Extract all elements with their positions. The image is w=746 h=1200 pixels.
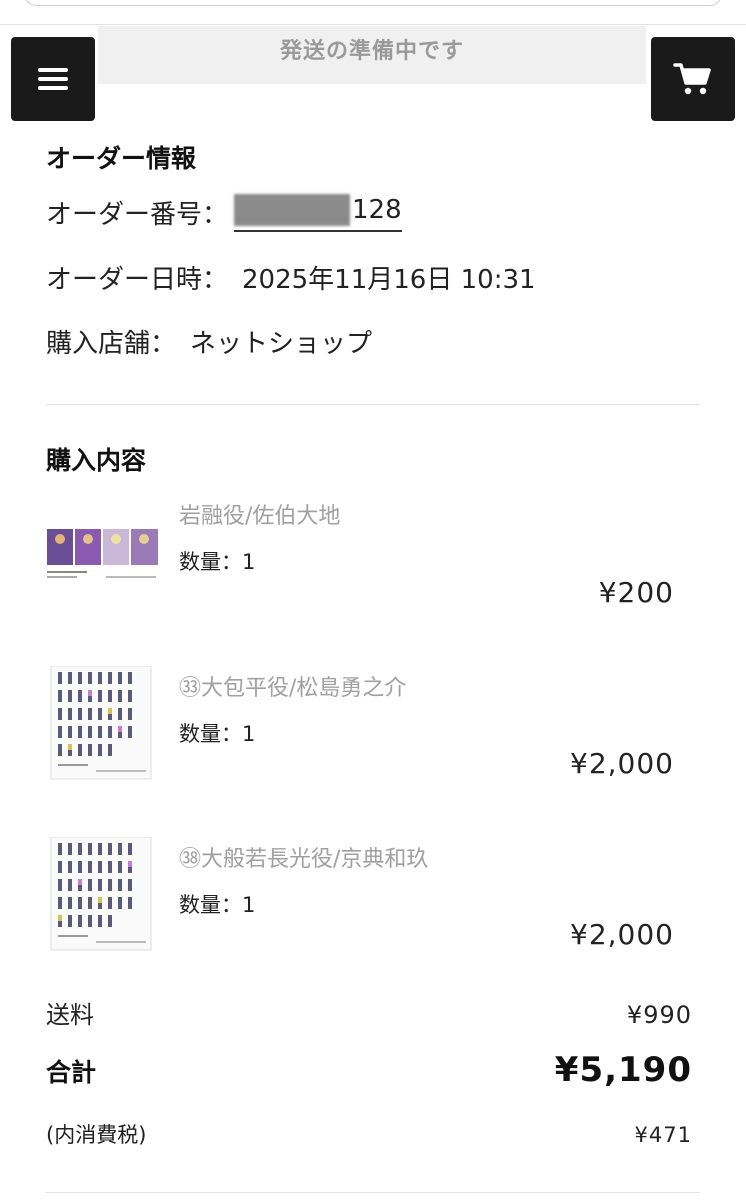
footer-divider bbox=[46, 1192, 700, 1193]
purchase-title: 購入内容 bbox=[46, 446, 147, 475]
product-thumbnail[interactable] bbox=[46, 666, 156, 780]
grand-total-value: ¥5,190 bbox=[554, 1050, 692, 1090]
shopping-cart-icon bbox=[673, 63, 711, 95]
product-price: ¥200 bbox=[598, 576, 674, 609]
order-number-label: オーダー番号： bbox=[46, 199, 229, 230]
header-divider bbox=[0, 24, 746, 25]
order-number-suffix: 128 bbox=[352, 195, 402, 225]
order-number-row: オーダー番号： 128 bbox=[46, 192, 402, 232]
product-name: ㉝大包平役/松島勇之介 bbox=[179, 676, 407, 701]
shipping-value: ¥990 bbox=[626, 1001, 692, 1029]
purchase-item: 岩融役/佐伯大地 数量：1 ¥200 bbox=[0, 495, 746, 645]
masked-order-number bbox=[234, 194, 351, 226]
order-info-title: オーダー情報 bbox=[46, 144, 197, 173]
menu-button[interactable] bbox=[11, 37, 95, 121]
grand-total-row: 合計 ¥5,190 bbox=[46, 1050, 692, 1090]
store-value: ネットショップ bbox=[190, 329, 373, 359]
order-date-label: オーダー日時： bbox=[46, 265, 229, 295]
grand-total-label: 合計 bbox=[46, 1058, 97, 1087]
purchase-item: ㊳大般若長光役/京典和玖 数量：1 ¥2,000 bbox=[0, 837, 746, 987]
product-quantity: 数量：1 bbox=[179, 722, 256, 746]
product-quantity: 数量：1 bbox=[179, 550, 256, 574]
store-label: 購入店舗： bbox=[46, 329, 177, 359]
tax-row: (内消費税) ¥471 bbox=[46, 1119, 692, 1149]
product-thumbnail[interactable] bbox=[46, 525, 160, 585]
shipping-row: 送料 ¥990 bbox=[46, 995, 692, 1030]
hamburger-menu-icon bbox=[38, 68, 68, 90]
store-row: 購入店舗： ネットショップ bbox=[46, 323, 372, 360]
top-search-field-edge bbox=[24, 0, 722, 6]
order-status-text: 発送の準備中です bbox=[279, 39, 464, 64]
purchase-item: ㉝大包平役/松島勇之介 数量：1 ¥2,000 bbox=[0, 666, 746, 816]
cart-button[interactable] bbox=[651, 37, 735, 121]
order-date-row: オーダー日時： 2025年11月16日 10:31 bbox=[46, 259, 536, 296]
product-name: 岩融役/佐伯大地 bbox=[179, 504, 341, 529]
shipping-label: 送料 bbox=[46, 1001, 94, 1029]
product-thumbnail[interactable] bbox=[46, 837, 156, 951]
product-quantity: 数量：1 bbox=[179, 893, 256, 917]
order-date-value: 2025年11月16日 10:31 bbox=[242, 265, 536, 295]
section-divider bbox=[46, 404, 700, 405]
product-name: ㊳大般若長光役/京典和玖 bbox=[179, 847, 429, 872]
product-price: ¥2,000 bbox=[570, 747, 674, 780]
order-status-banner: 発送の準備中です bbox=[98, 26, 646, 84]
order-number-link[interactable]: 128 bbox=[234, 192, 402, 232]
tax-value: ¥471 bbox=[634, 1123, 692, 1147]
tax-label: (内消費税) bbox=[46, 1123, 147, 1147]
product-price: ¥2,000 bbox=[570, 918, 674, 951]
